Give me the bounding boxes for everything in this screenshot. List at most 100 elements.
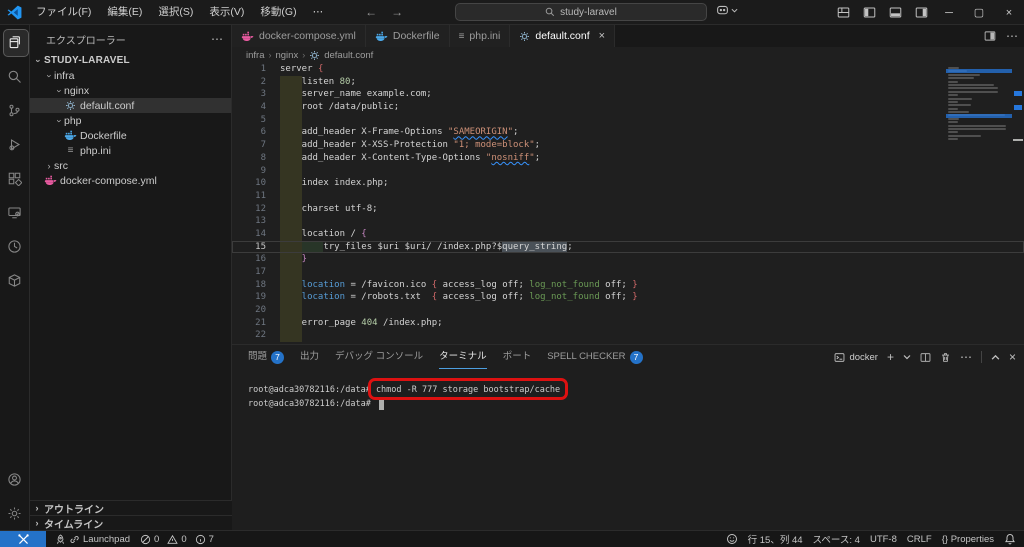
activity-run-debug-icon[interactable] <box>0 127 30 161</box>
code-line[interactable]: 9 <box>232 165 1024 178</box>
tree-item-study-laravel[interactable]: ›STUDY-LARAVEL <box>30 53 231 68</box>
toggle-panel-icon[interactable] <box>882 0 908 25</box>
activity-remote-explorer-icon[interactable] <box>0 195 30 229</box>
tree-item-docker-compose-yml[interactable]: docker-compose.yml <box>30 173 231 188</box>
split-editor-icon[interactable] <box>984 30 996 42</box>
minimap[interactable] <box>948 67 1010 142</box>
code-line[interactable]: 7add_header X-XSS-Protection "1; mode=bl… <box>232 139 1024 152</box>
terminal[interactable]: root@adca30782116:/data# chmod -R 777 st… <box>232 369 1024 411</box>
tree-item-infra[interactable]: ›infra <box>30 68 231 83</box>
panel-tab--[interactable]: 出力 <box>300 345 319 369</box>
code-line[interactable]: 15try_files $uri $uri/ /index.php?$query… <box>232 241 1024 254</box>
code-line[interactable]: 16} <box>232 253 1024 266</box>
panel-more-actions-icon[interactable]: ⋯ <box>960 350 972 364</box>
problems-status[interactable]: 0 0 7 <box>135 531 224 547</box>
status-language-mode[interactable]: {} Properties <box>937 531 999 547</box>
editor-more-actions-icon[interactable]: ⋯ <box>1006 29 1018 43</box>
tree-item-nginx[interactable]: ›nginx <box>30 83 231 98</box>
code-line[interactable]: 3server_name example.com; <box>232 88 1024 101</box>
activity-settings-icon[interactable] <box>0 496 30 530</box>
code-line[interactable]: 18location = /favicon.ico { access_log o… <box>232 279 1024 292</box>
code-line[interactable]: 11 <box>232 190 1024 203</box>
activity-docker-icon[interactable] <box>0 263 30 297</box>
code-editor[interactable]: 1server {2listen 80;3server_name example… <box>232 63 1024 344</box>
code-line[interactable]: 20 <box>232 304 1024 317</box>
activity-source-control-icon[interactable] <box>0 93 30 127</box>
code-line[interactable]: 21error_page 404 /index.php; <box>232 317 1024 330</box>
code-line[interactable]: 13 <box>232 215 1024 228</box>
toggle-sidebar-icon[interactable] <box>856 0 882 25</box>
panel-tab--[interactable]: ポート <box>503 345 532 369</box>
tab-default-conf[interactable]: default.conf× <box>510 25 615 47</box>
status-eol[interactable]: CRLF <box>902 531 937 547</box>
terminal-line[interactable]: root@adca30782116:/data# chmod -R 777 st… <box>248 383 1024 397</box>
menu-4[interactable]: 移動(G) <box>252 3 304 22</box>
command-center-search[interactable]: study-laravel <box>455 3 707 21</box>
activity-account-icon[interactable] <box>0 462 30 496</box>
menu-3[interactable]: 表示(V) <box>201 3 252 22</box>
overview-ruler[interactable] <box>1010 63 1024 344</box>
breadcrumb-item[interactable]: default.conf <box>324 50 373 61</box>
status-encoding[interactable]: UTF-8 <box>865 531 902 547</box>
customize-layout-icon[interactable] <box>830 0 856 25</box>
status-cursor-position[interactable]: 行 15、列 44 <box>743 531 808 547</box>
section-outline[interactable]: ›アウトライン <box>30 500 232 515</box>
close-button[interactable]: × <box>994 0 1024 25</box>
panel-tab-spell-checker[interactable]: SPELL CHECKER7 <box>547 345 642 369</box>
code-line[interactable]: 1server { <box>232 63 1024 76</box>
kill-terminal-icon[interactable] <box>940 352 951 363</box>
activity-extensions-icon[interactable] <box>0 161 30 195</box>
menu-2[interactable]: 選択(S) <box>150 3 201 22</box>
explorer-more-actions-icon[interactable]: ⋯ <box>211 32 223 46</box>
code-line[interactable]: 17 <box>232 266 1024 279</box>
code-line[interactable]: 19location = /robots.txt { access_log of… <box>232 291 1024 304</box>
tree-item-php-ini[interactable]: ≡php.ini <box>30 143 231 158</box>
code-line[interactable]: 22 <box>232 329 1024 342</box>
tab-docker-compose-yml[interactable]: docker-compose.yml <box>232 25 366 47</box>
panel-tab--[interactable]: デバッグ コンソール <box>335 345 423 369</box>
nav-back-icon[interactable]: ← <box>365 5 377 19</box>
toggle-secondary-sidebar-icon[interactable] <box>908 0 934 25</box>
maximize-panel-icon[interactable] <box>991 353 1000 362</box>
tree-item-src[interactable]: ›src <box>30 158 231 173</box>
code-line[interactable]: 6add_header X-Frame-Options "SAMEORIGIN"… <box>232 126 1024 139</box>
minimize-button[interactable]: ─ <box>934 0 964 25</box>
code-line[interactable]: 12charset utf-8; <box>232 203 1024 216</box>
menu-0[interactable]: ファイル(F) <box>28 3 99 22</box>
tree-item-default-conf[interactable]: default.conf <box>30 98 231 113</box>
activity-explorer-icon[interactable] <box>0 25 30 59</box>
copilot-button[interactable] <box>716 4 738 17</box>
breadcrumb-item[interactable]: nginx <box>275 50 298 61</box>
remote-indicator[interactable] <box>0 531 46 547</box>
tree-item-php[interactable]: ›php <box>30 113 231 128</box>
close-panel-icon[interactable]: × <box>1009 350 1016 364</box>
menu-1[interactable]: 編集(E) <box>99 3 150 22</box>
terminal-line[interactable]: root@adca30782116:/data# <box>248 397 1024 411</box>
code-line[interactable]: 2listen 80; <box>232 76 1024 89</box>
panel-tab-terminal[interactable]: ターミナル <box>439 345 487 369</box>
code-line[interactable]: 10index index.php; <box>232 177 1024 190</box>
tab-php-ini[interactable]: ≡php.ini <box>450 25 511 47</box>
new-terminal-icon[interactable]: + <box>887 350 894 364</box>
nav-forward-icon[interactable]: → <box>391 5 403 19</box>
breadcrumb-item[interactable]: infra <box>246 50 264 61</box>
terminal-instance[interactable]: docker <box>834 352 878 363</box>
code-line[interactable]: 5 <box>232 114 1024 127</box>
code-line[interactable]: 14location / { <box>232 228 1024 241</box>
code-line[interactable]: 8add_header X-Content-Type-Options "nosn… <box>232 152 1024 165</box>
feedback-icon[interactable] <box>721 531 743 547</box>
status-indentation[interactable]: スペース: 4 <box>808 531 865 547</box>
launchpad-button[interactable]: Launchpad <box>50 531 135 547</box>
maximize-button[interactable]: ▢ <box>964 0 994 25</box>
split-terminal-icon[interactable] <box>920 352 931 363</box>
tree-item-dockerfile[interactable]: Dockerfile <box>30 128 231 143</box>
activity-search-icon[interactable] <box>0 59 30 93</box>
panel-tab--[interactable]: 問題7 <box>248 345 284 369</box>
terminal-dropdown-icon[interactable] <box>903 353 911 361</box>
close-tab-icon[interactable]: × <box>599 30 605 42</box>
notifications-bell-icon[interactable] <box>999 531 1024 547</box>
activity-live-preview-icon[interactable] <box>0 229 30 263</box>
code-line[interactable]: 4root /data/public; <box>232 101 1024 114</box>
menu-5[interactable]: ⋯ <box>305 3 332 22</box>
tab-Dockerfile[interactable]: Dockerfile <box>366 25 450 47</box>
